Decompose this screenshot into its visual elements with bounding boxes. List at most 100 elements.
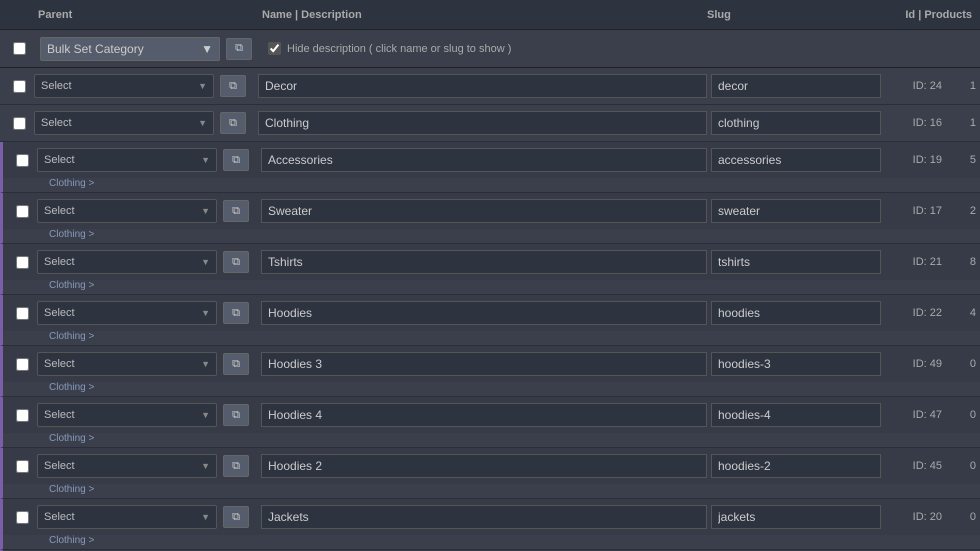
row-copy-button[interactable]: ⧉ [223,404,249,426]
products-cell: 4 [946,307,976,319]
slug-input[interactable] [711,148,881,172]
slug-cell [711,454,891,478]
parent-select-dropdown[interactable]: Select ▼ [37,301,217,325]
dropdown-arrow: ▼ [201,512,210,522]
row-checkbox[interactable] [16,205,29,218]
row-checkbox-cell [7,460,37,473]
parent-select-dropdown[interactable]: Select ▼ [34,111,214,135]
row-checkbox[interactable] [16,409,29,422]
row-group: Select ▼ ⧉ ID: 16 1 [0,105,980,142]
parent-select-dropdown[interactable]: Select ▼ [37,352,217,376]
row-copy-button[interactable]: ⧉ [223,506,249,528]
slug-input[interactable] [711,454,881,478]
row-checkbox[interactable] [16,358,29,371]
row-group: Select ▼ ⧉ ID: 47 0 Clothing > [0,397,980,448]
parent-breadcrumb: Clothing > [3,229,980,243]
parent-select-dropdown[interactable]: Select ▼ [37,148,217,172]
name-input[interactable] [261,403,707,427]
row-checkbox[interactable] [16,256,29,269]
parent-cell: Select ▼ ⧉ [37,352,257,376]
row-copy-button[interactable]: ⧉ [223,149,249,171]
name-input[interactable] [261,199,707,223]
parent-cell: Select ▼ ⧉ [34,74,254,98]
products-cell: 5 [946,154,976,166]
parent-select-dropdown[interactable]: Select ▼ [34,74,214,98]
row-checkbox-cell [7,409,37,422]
name-input[interactable] [261,505,707,529]
row-group: Select ▼ ⧉ ID: 49 0 Clothing > [0,346,980,397]
name-input[interactable] [258,74,707,98]
id-cell: ID: 19 [891,154,946,166]
row-checkbox[interactable] [16,511,29,524]
row-group: Select ▼ ⧉ ID: 45 0 Clothing > [0,448,980,499]
id-cell: ID: 47 [891,409,946,421]
parent-select-dropdown[interactable]: Select ▼ [37,505,217,529]
row-checkbox[interactable] [16,460,29,473]
row-checkbox[interactable] [16,154,29,167]
row-checkbox[interactable] [13,80,26,93]
slug-input[interactable] [711,250,881,274]
parent-breadcrumb: Clothing > [3,484,980,498]
parent-cell: Select ▼ ⧉ [37,250,257,274]
select-label: Select [44,256,75,268]
table-row: Select ▼ ⧉ ID: 20 0 [3,499,980,535]
row-group: Select ▼ ⧉ ID: 19 5 Clothing > [0,142,980,193]
row-copy-button[interactable]: ⧉ [223,302,249,324]
row-checkbox-cell [7,511,37,524]
bulk-select-all-checkbox[interactable] [13,42,26,55]
parent-cell: Select ▼ ⧉ [37,199,257,223]
products-cell: 1 [946,117,976,129]
name-cell [257,148,711,172]
name-cell [257,454,711,478]
name-cell [257,352,711,376]
table-row: Select ▼ ⧉ ID: 17 2 [3,193,980,229]
parent-select-dropdown[interactable]: Select ▼ [37,454,217,478]
name-input[interactable] [261,454,707,478]
name-cell [254,74,711,98]
hide-description-checkbox[interactable] [268,42,281,55]
row-copy-button[interactable]: ⧉ [223,353,249,375]
slug-input[interactable] [711,199,881,223]
parent-select-dropdown[interactable]: Select ▼ [37,403,217,427]
select-label: Select [44,205,75,217]
copy-button[interactable]: ⧉ [226,38,252,60]
parent-breadcrumb: Clothing > [3,382,980,396]
row-checkbox[interactable] [13,117,26,130]
dropdown-arrow: ▼ [201,257,210,267]
row-copy-button[interactable]: ⧉ [220,112,246,134]
row-copy-button[interactable]: ⧉ [223,251,249,273]
name-input[interactable] [261,148,707,172]
slug-input[interactable] [711,301,881,325]
slug-input[interactable] [711,74,881,98]
row-copy-button[interactable]: ⧉ [223,455,249,477]
row-checkbox-cell [4,80,34,93]
hide-desc-area: Hide description ( click name or slug to… [258,42,976,55]
data-section: Select ▼ ⧉ ID: 24 1 Select ▼ ⧉ [0,68,980,551]
bulk-checkbox-cell [4,42,34,55]
parent-breadcrumb: Clothing > [3,535,980,549]
id-cell: ID: 49 [891,358,946,370]
select-label: Select [44,154,75,166]
parent-select-dropdown[interactable]: Select ▼ [37,199,217,223]
bulk-set-category-dropdown[interactable]: Bulk Set Category ▼ [40,37,220,61]
row-copy-button[interactable]: ⧉ [223,200,249,222]
name-input[interactable] [261,250,707,274]
table-row: Select ▼ ⧉ ID: 24 1 [0,68,980,104]
slug-input[interactable] [711,505,881,529]
slug-input[interactable] [711,403,881,427]
slug-input[interactable] [711,111,881,135]
row-copy-button[interactable]: ⧉ [220,75,246,97]
row-group: Select ▼ ⧉ ID: 22 4 Clothing > [0,295,980,346]
row-checkbox-cell [7,358,37,371]
dropdown-arrow: ▼ [201,206,210,216]
slug-input[interactable] [711,352,881,376]
row-checkbox-cell [7,154,37,167]
name-input[interactable] [258,111,707,135]
parent-select-dropdown[interactable]: Select ▼ [37,250,217,274]
row-checkbox[interactable] [16,307,29,320]
name-input[interactable] [261,352,707,376]
select-label: Select [44,409,75,421]
dropdown-arrow: ▼ [201,308,210,318]
parent-breadcrumb: Clothing > [3,331,980,345]
name-input[interactable] [261,301,707,325]
